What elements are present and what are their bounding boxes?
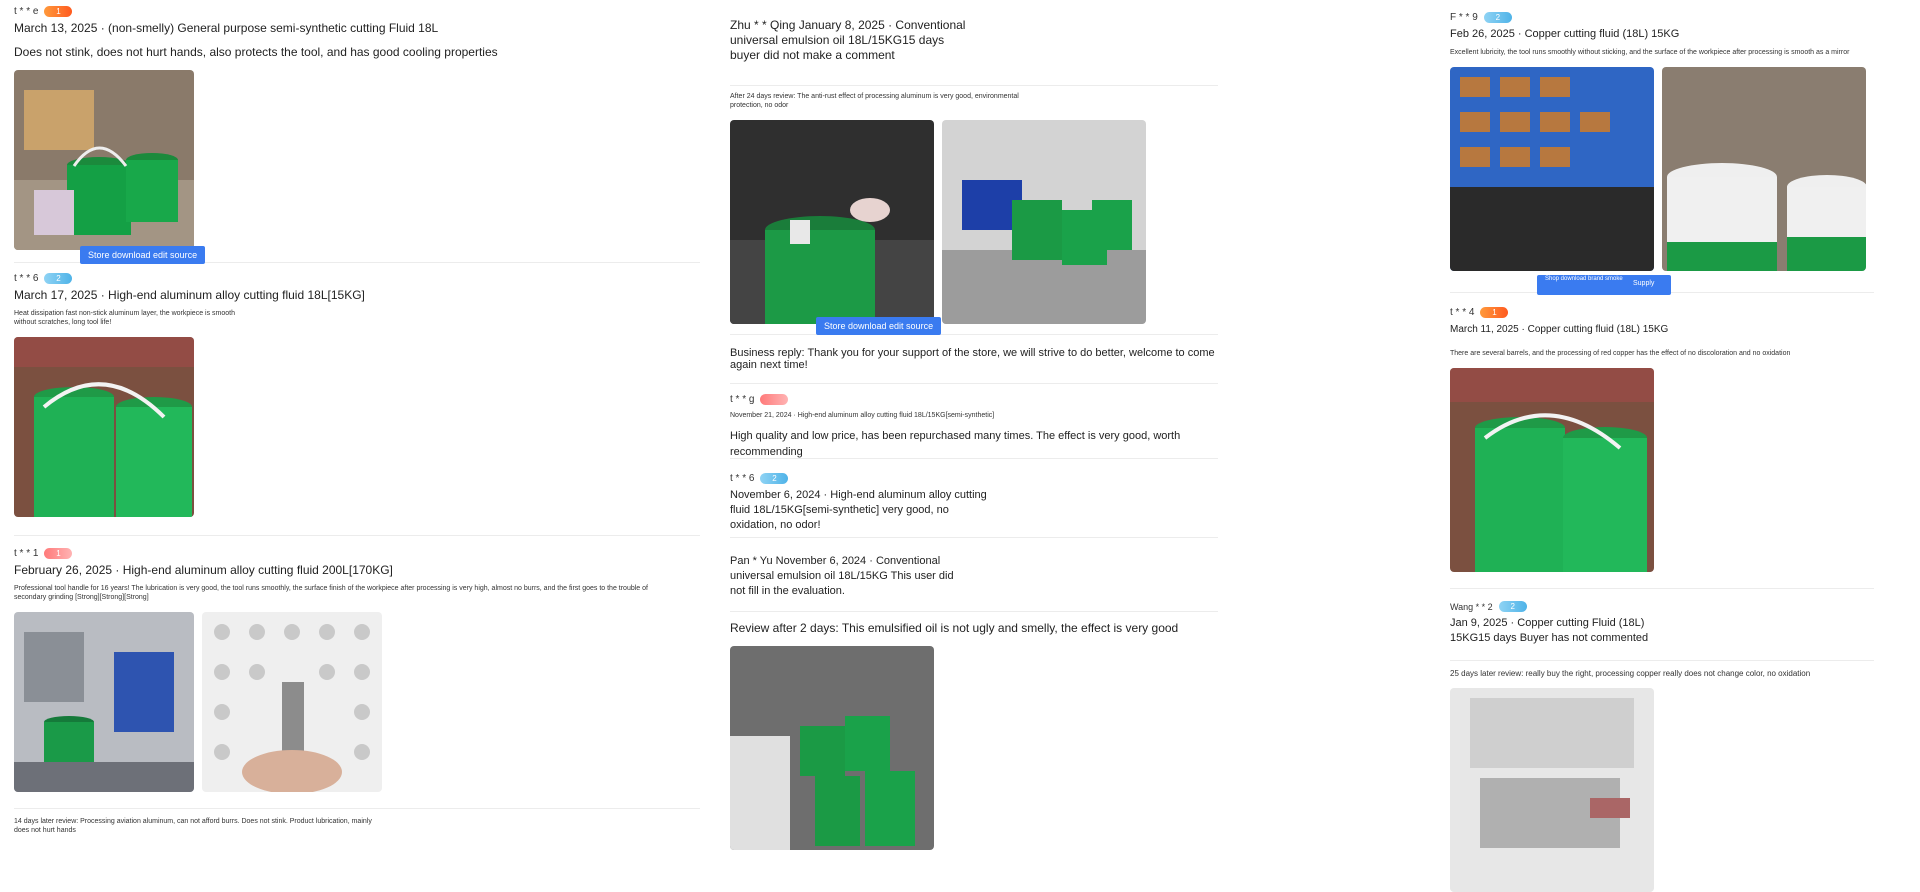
review-photos xyxy=(14,70,700,250)
reviewer-name: t * * g xyxy=(730,394,755,405)
review-meta: November 21, 2024 · High-end aluminum al… xyxy=(730,412,995,419)
review-photos xyxy=(730,120,1218,324)
review-item: 14 days later review: Processing aviatio… xyxy=(14,817,700,844)
review-meta: February 26, 2025 · High-end aluminum al… xyxy=(14,563,393,577)
review-photo[interactable] xyxy=(202,612,382,792)
review-meta: Jan 9, 2025 · Copper cutting Fluid (18L)… xyxy=(1450,617,1649,644)
review-item: t * * 6 2 November 6, 2024 · High-end al… xyxy=(730,459,1218,538)
review-photos xyxy=(1450,67,1874,271)
review-item: t * * 4 1 March 11, 2025 · Copper cuttin… xyxy=(1450,293,1874,589)
blue-green-buckets-photo-icon xyxy=(942,120,1146,324)
review-photo[interactable] xyxy=(942,120,1146,324)
review-text: There are several barrels, and the proce… xyxy=(1450,350,1791,357)
review-text: Review after 2 days: This emulsified oil… xyxy=(730,621,1179,635)
review-photo[interactable] xyxy=(14,337,194,517)
member-level-badge: 2 xyxy=(1498,601,1527,612)
review-text: 14 days later review: Processing aviatio… xyxy=(14,818,372,834)
review-text: Professional tool handle for 16 years! T… xyxy=(14,585,648,601)
review-text: Heat dissipation fast non-stick aluminum… xyxy=(14,310,235,326)
buckets-photo-icon xyxy=(14,70,194,250)
green-buckets-photo-icon xyxy=(14,337,194,517)
member-level-badge: 1 xyxy=(1480,307,1509,318)
review-item: t * * e 1 March 13, 2025 · (non-smelly) … xyxy=(14,0,700,264)
review-photo[interactable] xyxy=(1450,67,1654,271)
bucket-floor-photo-icon xyxy=(730,120,934,324)
review-text: High quality and low price, has been rep… xyxy=(730,430,1181,458)
review-meta: March 11, 2025 · Copper cutting fluid (1… xyxy=(1450,324,1669,335)
review-item: Business reply: Thank you for your suppo… xyxy=(730,347,1218,384)
member-level-badge: 2 xyxy=(760,473,789,484)
review-text: 25 days later review: really buy the rig… xyxy=(1450,669,1811,678)
review-photo[interactable] xyxy=(14,70,194,250)
member-level-badge: 1 xyxy=(44,548,73,559)
reviewer-row: F * * 9 2 xyxy=(1450,0,1874,23)
green-buckets-photo-icon xyxy=(1450,368,1654,572)
review-column-1: t * * e 1 March 13, 2025 · (non-smelly) … xyxy=(14,0,700,844)
review-photos xyxy=(730,646,1218,850)
reviewer-name: t * * 6 xyxy=(730,473,755,484)
member-level-badge: 2 xyxy=(44,273,73,284)
review-text: Does not stink, does not hurt hands, als… xyxy=(14,45,498,59)
reviewer-name: t * * 6 xyxy=(14,273,39,284)
machine-photo-icon xyxy=(1450,688,1654,892)
review-item: t * * g November 21, 2024 · High-end alu… xyxy=(730,384,1218,459)
review-photo[interactable] xyxy=(1450,688,1654,892)
reviewer-name: Wang * * 2 xyxy=(1450,601,1493,612)
review-item: Wang * * 2 2 Jan 9, 2025 · Copper cuttin… xyxy=(1450,589,1874,892)
drums-photo-icon xyxy=(1662,67,1866,271)
review-text: After 24 days review: The anti-rust effe… xyxy=(730,93,1019,109)
workshop-photo-icon xyxy=(14,612,194,792)
stacked-buckets-photo-icon xyxy=(730,646,934,850)
review-photos xyxy=(1450,368,1874,572)
reviewer-name: t * * e xyxy=(14,6,39,17)
review-text: Excellent lubricity, the tool runs smoot… xyxy=(1450,49,1850,56)
reviewer-row: t * * 4 1 xyxy=(1450,293,1874,318)
store-download-button[interactable]: Store download edit source xyxy=(80,246,206,264)
review-item: F * * 9 2 Feb 26, 2025 · Copper cutting … xyxy=(1450,0,1874,295)
review-meta: March 17, 2025 · High-end aluminum alloy… xyxy=(14,288,365,302)
review-meta: Feb 26, 2025 · Copper cutting fluid (18L… xyxy=(1450,28,1680,40)
reviewer-name: t * * 4 xyxy=(1450,307,1475,318)
member-level-badge: 2 xyxy=(1483,12,1512,23)
copper-parts-photo-icon xyxy=(1450,67,1654,271)
review-item: t * * 6 2 March 17, 2025 · High-end alum… xyxy=(14,263,700,536)
review-column-3: F * * 9 2 Feb 26, 2025 · Copper cutting … xyxy=(1450,0,1874,892)
supply-button[interactable]: Supply xyxy=(1625,275,1671,295)
review-meta: Zhu * * Qing January 8, 2025 · Conventio… xyxy=(730,18,966,62)
review-photo[interactable] xyxy=(14,612,194,792)
review-photo[interactable] xyxy=(1662,67,1866,271)
review-photo[interactable] xyxy=(1450,368,1654,572)
reviewer-row: Wang * * 2 2 xyxy=(1450,589,1874,612)
review-meta: March 13, 2025 · (non-smelly) General pu… xyxy=(14,21,439,35)
review-photos xyxy=(14,612,700,792)
review-item: Pan * Yu November 6, 2024 · Conventional… xyxy=(730,542,1218,850)
review-meta: November 6, 2024 · High-end aluminum all… xyxy=(730,489,987,531)
review-photos xyxy=(1450,688,1874,892)
review-item: Zhu * * Qing January 8, 2025 · Conventio… xyxy=(730,4,1218,335)
reviewer-row: t * * g xyxy=(730,384,1218,405)
reviewer-name: t * * 1 xyxy=(14,548,39,559)
review-meta: Pan * Yu November 6, 2024 · Conventional… xyxy=(730,555,954,597)
reviewer-row: t * * 6 2 xyxy=(14,263,700,284)
member-level-badge xyxy=(760,394,789,405)
reviewer-row: t * * 1 1 xyxy=(14,536,700,559)
review-column-2: Zhu * * Qing January 8, 2025 · Conventio… xyxy=(730,0,1218,850)
reviewer-row: t * * 6 2 xyxy=(730,459,1218,484)
reviewer-name: F * * 9 xyxy=(1450,12,1478,23)
review-photo[interactable] xyxy=(730,646,934,850)
tool-holder-photo-icon xyxy=(202,612,382,792)
review-photos xyxy=(14,337,700,517)
reviewer-row: t * * e 1 xyxy=(14,0,700,17)
review-photo[interactable] xyxy=(730,120,934,324)
member-level-badge: 1 xyxy=(44,6,73,17)
store-download-button[interactable]: Store download edit source xyxy=(816,317,942,335)
review-item: t * * 1 1 February 26, 2025 · High-end a… xyxy=(14,536,700,809)
business-reply: Business reply: Thank you for your suppo… xyxy=(730,347,1215,371)
